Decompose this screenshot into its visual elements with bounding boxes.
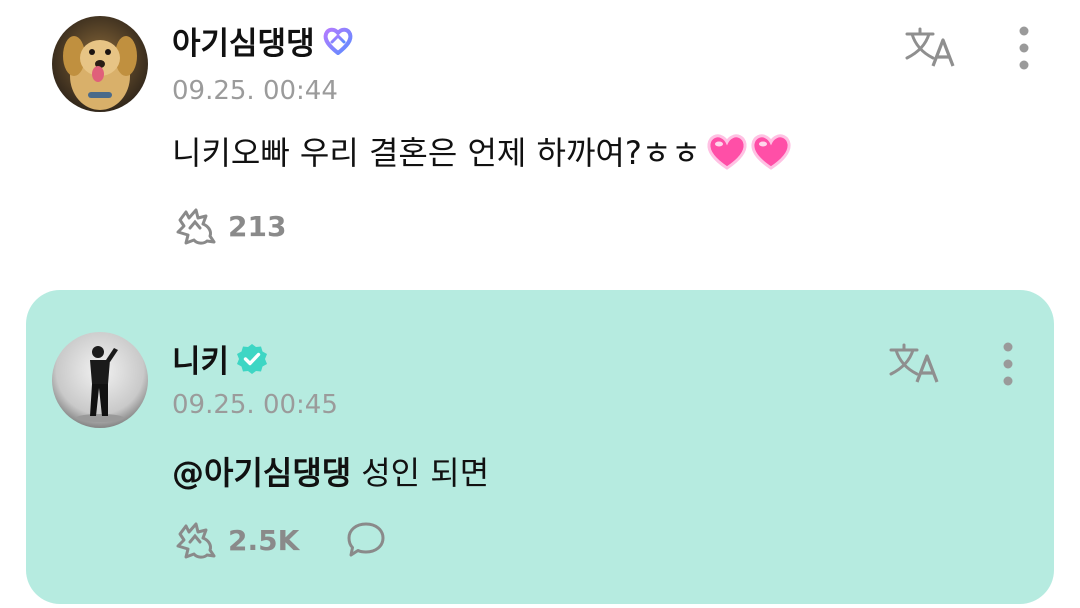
post-timestamp: 09.25. 00:45 xyxy=(172,390,338,420)
post-actions: 213 xyxy=(172,204,330,248)
post-text: 성인 되면 xyxy=(361,454,490,492)
artist-reply-post: 니키 09.25. 00:45 @아기심댕댕 성인 되면 2.5K xyxy=(26,290,1054,604)
translate-button[interactable] xyxy=(902,22,958,74)
author-name[interactable]: 아기심댕댕 xyxy=(172,18,315,63)
fan-post: 아기심댕댕 09.25. 00:44 니키오빠 우리 결혼은 언제 하까여?ㅎㅎ xyxy=(0,0,1080,280)
author-row: 니키 xyxy=(172,336,269,381)
more-options-button[interactable] xyxy=(1012,20,1036,76)
pink-heart-icon xyxy=(707,134,747,170)
more-vertical-icon xyxy=(1003,342,1013,386)
comment-button[interactable] xyxy=(343,518,389,562)
like-count: 2.5K xyxy=(228,523,300,557)
post-content: 니키오빠 우리 결혼은 언제 하까여?ㅎㅎ xyxy=(172,128,793,174)
author-name[interactable]: 니키 xyxy=(172,336,229,381)
author-row: 아기심댕댕 xyxy=(172,18,355,63)
emoji-group xyxy=(705,130,793,172)
translate-button[interactable] xyxy=(886,338,942,390)
more-options-button[interactable] xyxy=(996,336,1020,392)
fan-heart-badge-icon xyxy=(323,27,353,55)
translate-icon xyxy=(889,343,939,383)
post-actions: 2.5K xyxy=(172,518,433,562)
post-timestamp: 09.25. 00:44 xyxy=(172,76,338,106)
post-content: @아기심댕댕 성인 되면 xyxy=(172,448,489,494)
avatar[interactable] xyxy=(52,16,148,112)
more-vertical-icon xyxy=(1019,26,1029,70)
like-icon xyxy=(176,208,216,245)
like-count: 213 xyxy=(228,209,287,243)
mention-link[interactable]: @아기심댕댕 xyxy=(172,448,351,494)
post-text: 니키오빠 우리 결혼은 언제 하까여?ㅎㅎ xyxy=(172,134,701,172)
verified-badge-icon xyxy=(237,343,268,374)
pink-heart-icon xyxy=(751,134,791,170)
like-button[interactable]: 213 xyxy=(172,204,286,248)
comment-icon xyxy=(347,522,385,557)
like-icon xyxy=(176,522,216,559)
avatar[interactable] xyxy=(52,332,148,428)
translate-icon xyxy=(905,27,955,67)
like-button[interactable]: 2.5K xyxy=(172,518,299,562)
